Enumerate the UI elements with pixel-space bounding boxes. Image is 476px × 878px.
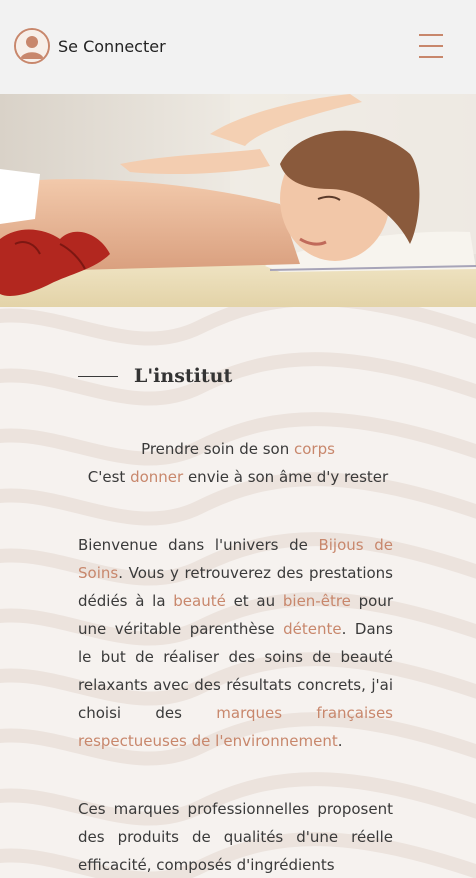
keyword-highlight: beauté bbox=[173, 592, 226, 610]
tagline-line-1: Prendre soin de son corps bbox=[0, 440, 476, 458]
tagline-accent: donner bbox=[130, 468, 184, 486]
tagline-text: C'est bbox=[87, 468, 131, 486]
hero-image bbox=[0, 94, 476, 307]
title-divider bbox=[78, 375, 118, 377]
keyword-highlight: bien-être bbox=[282, 592, 351, 610]
keyword-highlight: détente bbox=[283, 620, 342, 638]
top-bar: Se Connecter bbox=[0, 0, 476, 94]
brands-paragraph: Ces marques professionnelles proposent d… bbox=[78, 800, 393, 874]
intro-paragraph: Bienvenue dans l'univers de Bijous de So… bbox=[78, 531, 393, 755]
login-label: Se Connecter bbox=[58, 36, 166, 56]
login-link[interactable]: Se Connecter bbox=[14, 28, 166, 64]
tagline-accent: corps bbox=[294, 440, 335, 458]
tagline-line-2: C'est donner envie à son âme d'y rester bbox=[0, 468, 476, 486]
institut-section: L'institut Prendre soin de son corps C'e… bbox=[0, 307, 476, 878]
intro-text: . bbox=[337, 732, 343, 750]
user-circle-icon bbox=[14, 28, 50, 64]
hamburger-menu-icon[interactable] bbox=[419, 32, 443, 60]
section-title: L'institut bbox=[78, 365, 232, 387]
tagline-text: Prendre soin de son bbox=[141, 440, 294, 458]
intro-text: Bienvenue dans l'univers de bbox=[78, 536, 319, 554]
intro-text: et au bbox=[225, 592, 283, 610]
section-heading: L'institut bbox=[134, 365, 233, 387]
tagline-text: envie à son âme d'y rester bbox=[183, 468, 389, 486]
